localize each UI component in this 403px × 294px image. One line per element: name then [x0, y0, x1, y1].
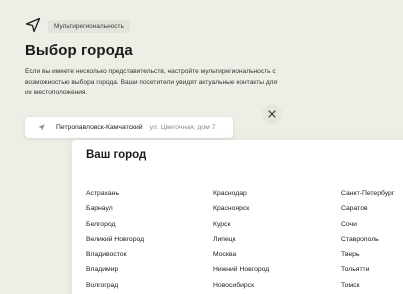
city-link[interactable]: Сочи [341, 217, 394, 232]
city-link[interactable]: Томск [341, 278, 394, 293]
city-link[interactable]: Саратов [341, 201, 394, 216]
city-link[interactable]: Москва [213, 247, 269, 262]
city-link[interactable]: Владимир [86, 262, 144, 277]
location-pin-icon [38, 124, 45, 131]
selected-city: Петропавловск-Камчатский [56, 124, 143, 131]
city-link[interactable]: Тольятти [341, 262, 394, 277]
city-link[interactable]: Владивосток [86, 247, 144, 262]
page-title: Выбор города [25, 42, 133, 59]
city-column-1: Астрахань Барнаул Белгород Великий Новго… [86, 186, 144, 293]
city-selector[interactable]: Петропавловск-Камчатский ул. Цвегочная, … [25, 117, 233, 138]
city-modal: Ваш город Астрахань Барнаул Белгород Вел… [72, 140, 403, 294]
city-column-2: Краснодар Красноярск Курск Липецк Москва… [213, 186, 269, 293]
city-link[interactable]: Красноярск [213, 201, 269, 216]
city-link[interactable]: Тверь [341, 247, 394, 262]
feature-badge: Мультирегиональность [48, 20, 130, 33]
city-link[interactable]: Белгород [86, 217, 144, 232]
city-link[interactable]: Барнаул [86, 201, 144, 216]
close-button[interactable] [262, 104, 282, 124]
city-link[interactable]: Ставрополь [341, 232, 394, 247]
close-icon [268, 110, 276, 118]
city-link[interactable]: Новосибирск [213, 278, 269, 293]
city-link[interactable]: Липецк [213, 232, 269, 247]
city-link[interactable]: Астрахань [86, 186, 144, 201]
city-link[interactable]: Волгоград [86, 278, 144, 293]
city-address: ул. Цвегочная, дом 7 [149, 124, 216, 131]
city-link[interactable]: Санкт-Петербург [341, 186, 394, 201]
city-column-3: Санкт-Петербург Саратов Сочи Ставрополь … [341, 186, 394, 293]
page-description: Если вы имеете несколько представительст… [25, 68, 278, 96]
modal-title: Ваш город [86, 149, 147, 161]
city-link[interactable]: Краснодар [213, 186, 269, 201]
city-selection-page: Мультирегиональность Выбор города Если в… [0, 0, 403, 294]
city-link[interactable]: Великий Новгород [86, 232, 144, 247]
city-link[interactable]: Курск [213, 217, 269, 232]
city-link[interactable]: Нижний Новгород [213, 262, 269, 277]
navigation-arrow-icon [25, 17, 41, 33]
